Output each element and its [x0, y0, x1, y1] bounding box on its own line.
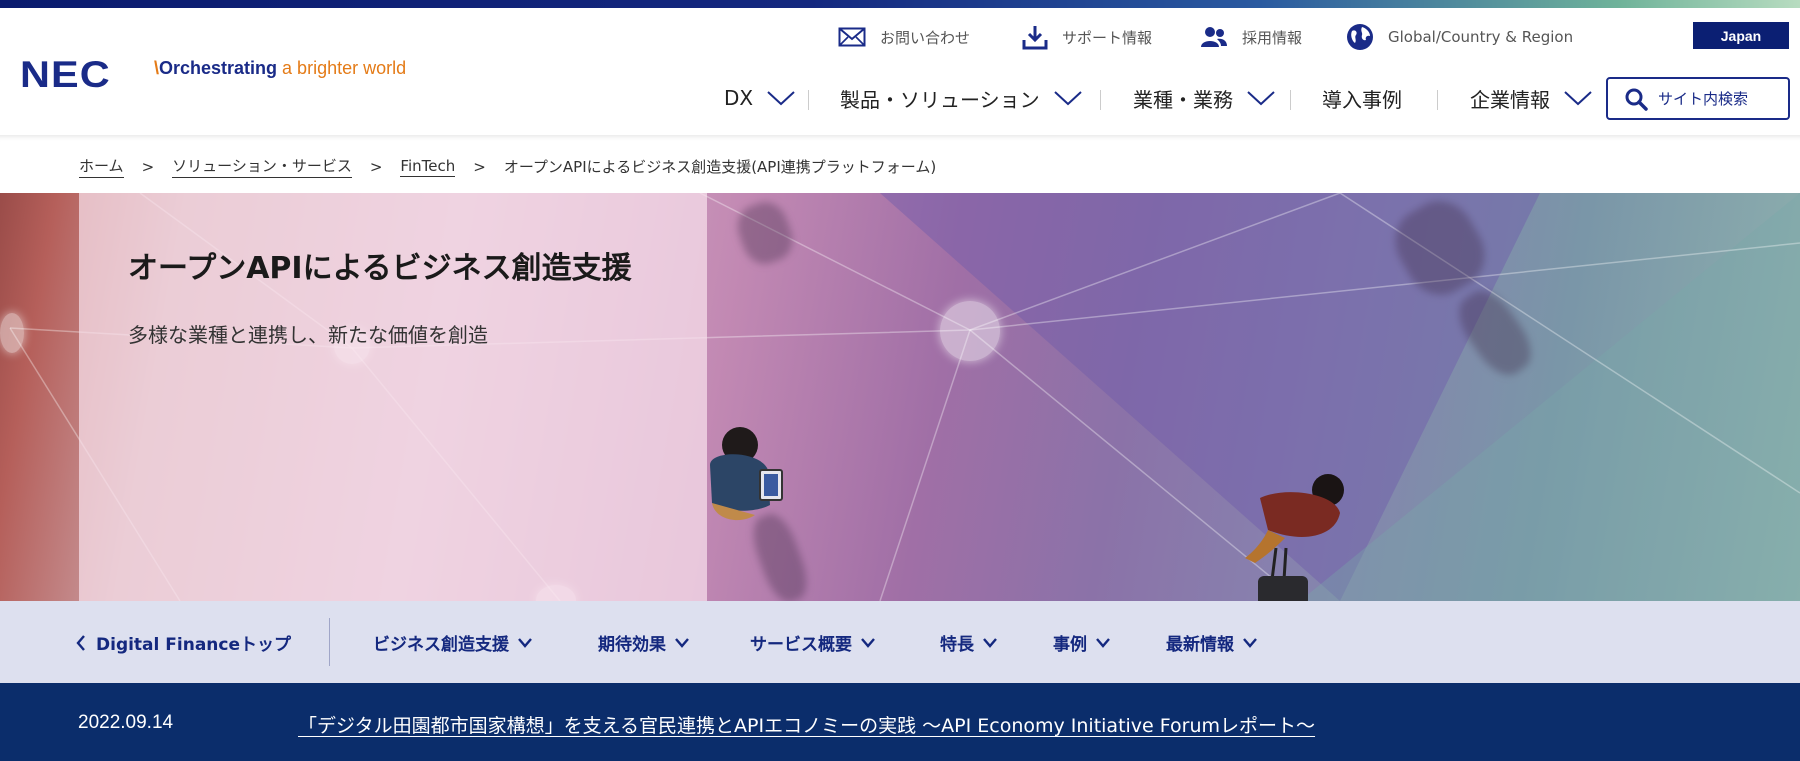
download-icon [1022, 26, 1048, 50]
subnav-features[interactable]: 特長 [940, 630, 998, 655]
nav-dx[interactable]: DX [724, 80, 795, 116]
news-date: 2022.09.14 [78, 712, 174, 733]
nav-industry[interactable]: 業種・業務 [1133, 80, 1275, 116]
news-headline-link[interactable]: 「デジタル田園都市国家構想」を支える官民連携とAPIエコノミーの実践 ～API … [298, 711, 1315, 738]
nav-divider [1100, 90, 1101, 110]
hero-banner: オープンAPIによるビジネス創造支援 多様な業種と連携し、新たな価値を創造 [0, 193, 1800, 601]
japan-region-button[interactable]: Japan [1693, 22, 1789, 49]
subnav-expected-effects[interactable]: 期待効果 [598, 630, 690, 655]
nav-industry-label: 業種・業務 [1133, 87, 1233, 112]
hero-title: オープンAPIによるビジネス創造支援 [128, 251, 632, 286]
nav-company[interactable]: 企業情報 [1470, 80, 1592, 116]
subnav-item-label: 期待効果 [598, 635, 666, 655]
site-search-button[interactable]: サイト内検索 [1606, 77, 1790, 120]
recruit-label: 採用情報 [1242, 28, 1303, 47]
people-icon [1201, 27, 1227, 47]
breadcrumb-separator: > [141, 157, 155, 176]
chevron-down-icon [1247, 91, 1275, 106]
chevron-down-icon [861, 637, 875, 648]
breadcrumb-row: ホーム > ソリューション・サービス > FinTech > オープンAPIによ… [79, 155, 936, 178]
brand-tagline: \Orchestrating a brighter world [154, 58, 406, 79]
breadcrumb-separator: > [369, 157, 383, 176]
chevron-down-icon [1096, 637, 1110, 648]
hero-network-node [940, 301, 1000, 361]
nav-dx-label: DX [724, 86, 754, 110]
contact-link[interactable]: お問い合わせ [838, 22, 970, 52]
tagline-part1: Orchestrating [159, 58, 278, 78]
global-link[interactable]: Global/Country & Region [1346, 22, 1573, 52]
subnav-item-label: 特長 [940, 635, 974, 655]
nav-divider [1290, 90, 1291, 110]
chevron-left-icon [76, 634, 85, 651]
chevron-down-icon [1053, 91, 1082, 106]
nav-products-label: 製品・ソリューション [840, 87, 1040, 112]
hero-network-node [0, 313, 24, 353]
site-search-label: サイト内検索 [1658, 90, 1749, 108]
subnav-item-label: ビジネス創造支援 [373, 635, 509, 655]
subnav-cases[interactable]: 事例 [1053, 630, 1111, 655]
subnav-item-label: 事例 [1053, 635, 1087, 655]
breadcrumb-fintech[interactable]: FinTech [400, 157, 456, 177]
hero-subtitle: 多様な業種と連携し、新たな価値を創造 [128, 323, 488, 347]
breadcrumb-solutions[interactable]: ソリューション・サービス [172, 155, 352, 178]
chevron-down-icon [518, 637, 532, 648]
subnav-service-overview[interactable]: サービス概要 [750, 630, 876, 655]
nav-divider [808, 90, 809, 110]
breadcrumb: ホーム > ソリューション・サービス > FinTech > オープンAPIによ… [0, 135, 1800, 193]
breadcrumb-separator: > [473, 157, 486, 176]
global-label: Global/Country & Region [1388, 28, 1574, 46]
support-label: サポート情報 [1062, 28, 1153, 47]
subnav-divider [329, 618, 330, 666]
breadcrumb-current: オープンAPIによるビジネス創造支援(API連携プラットフォーム) [503, 158, 937, 176]
nav-divider [1437, 90, 1438, 110]
nav-company-label: 企業情報 [1470, 87, 1550, 112]
news-banner: 2022.09.14 「デジタル田園都市国家構想」を支える官民連携とAPIエコノ… [0, 683, 1800, 761]
nav-cases-label: 導入事例 [1322, 87, 1402, 112]
subnav-item-label: サービス概要 [750, 635, 852, 655]
subnav-business-creation[interactable]: ビジネス創造支援 [373, 630, 533, 655]
nec-logo[interactable]: NEC [20, 54, 111, 96]
chevron-down-icon [767, 91, 795, 106]
chevron-down-icon [675, 637, 689, 648]
tagline-part2: a brighter world [277, 58, 407, 78]
globe-icon [1347, 24, 1373, 50]
section-subnav: Digital Financeトップ ビジネス創造支援 期待効果 サービス概要 … [0, 601, 1800, 683]
support-link[interactable]: サポート情報 [1022, 22, 1152, 52]
digital-finance-top-link[interactable]: Digital Financeトップ [76, 630, 291, 655]
chevron-down-icon [1243, 637, 1257, 648]
top-accent-bar [0, 0, 1800, 8]
hero-person-with-tablet [710, 427, 783, 521]
digital-finance-top-label: Digital Financeトップ [96, 635, 292, 655]
search-icon [1625, 88, 1648, 111]
chevron-down-icon [1564, 91, 1592, 106]
subnav-latest-news[interactable]: 最新情報 [1166, 630, 1258, 655]
mail-icon [838, 27, 866, 47]
recruit-link[interactable]: 採用情報 [1200, 22, 1302, 52]
site-header: NEC \Orchestrating a brighter world お問い合… [0, 8, 1800, 135]
nav-products[interactable]: 製品・ソリューション [840, 80, 1082, 116]
breadcrumb-home[interactable]: ホーム [79, 155, 124, 178]
hero-person-with-suitcase [1245, 474, 1344, 601]
subnav-item-label: 最新情報 [1166, 635, 1234, 655]
contact-label: お問い合わせ [880, 28, 971, 47]
nav-cases[interactable]: 導入事例 [1322, 80, 1402, 116]
chevron-down-icon [983, 637, 997, 648]
